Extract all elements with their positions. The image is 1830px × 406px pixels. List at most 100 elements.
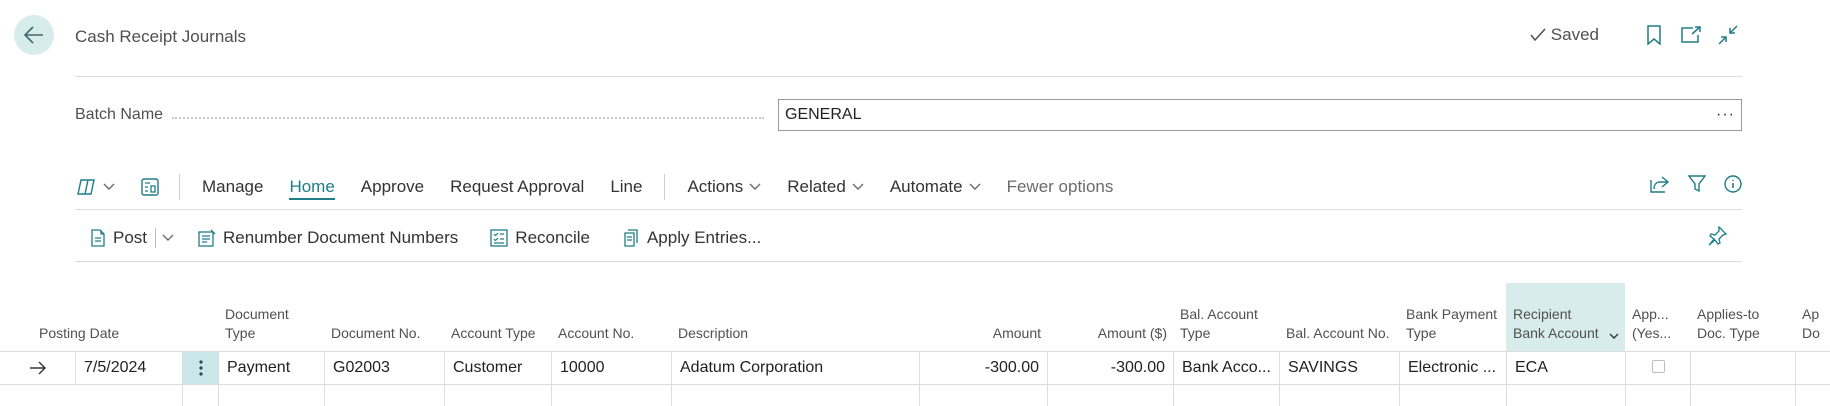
tab-request-approval[interactable]: Request Approval — [450, 177, 584, 197]
collapse-button[interactable] — [1716, 23, 1740, 47]
cell-posting-date[interactable]: 7/5/2024 — [75, 352, 182, 384]
action-bar-separator — [664, 174, 666, 200]
tab-home[interactable]: Home — [289, 177, 335, 200]
copilot-menu[interactable] — [75, 178, 115, 196]
empty-cell — [671, 385, 919, 406]
cell-bal-account-no[interactable]: SAVINGS — [1279, 352, 1399, 384]
chevron-down-icon[interactable] — [1609, 333, 1619, 340]
chevron-down-icon — [749, 183, 761, 190]
header-document-type[interactable]: Document Type — [218, 283, 324, 351]
header-applies-yes[interactable]: App... (Yes... — [1625, 283, 1690, 351]
renumber-document-numbers-button[interactable]: Renumber Document Numbers — [198, 228, 458, 248]
action-bar-right — [1650, 175, 1742, 193]
filter-icon[interactable] — [1688, 175, 1706, 193]
share-icon[interactable] — [1650, 175, 1670, 193]
toolbar-divider — [75, 261, 1742, 262]
reconcile-button[interactable]: Reconcile — [490, 228, 590, 248]
apply-entries-icon — [624, 229, 638, 247]
row-marker — [0, 352, 75, 384]
copilot-icon — [77, 179, 95, 195]
header-applies-to-doc-no[interactable]: Ap Do — [1795, 283, 1830, 351]
cell-applies-to-doc-type[interactable] — [1690, 352, 1795, 384]
post-button[interactable]: Post — [90, 228, 147, 248]
info-icon[interactable] — [1724, 175, 1742, 193]
reconcile-icon — [490, 229, 508, 247]
empty-cell — [1173, 385, 1279, 406]
cell-applies-to-doc-no[interactable] — [1795, 352, 1830, 384]
row-actions-button[interactable] — [182, 352, 218, 384]
actions-menu-label: Actions — [687, 177, 744, 196]
empty-cell — [1399, 385, 1506, 406]
header-divider — [75, 76, 1742, 77]
header-description[interactable]: Description — [671, 283, 919, 351]
saved-status: Saved — [1530, 25, 1599, 45]
cell-document-no[interactable]: G02003 — [324, 352, 444, 384]
chevron-down-icon — [103, 183, 115, 190]
header-document-no[interactable]: Document No. — [324, 283, 444, 351]
applies-checkbox[interactable] — [1651, 359, 1665, 373]
chevron-down-icon — [162, 234, 174, 241]
fewer-options-button[interactable]: Fewer options — [1007, 177, 1114, 197]
batch-name-field[interactable]: GENERAL ··· — [778, 99, 1742, 131]
header-applies-to-doc-type[interactable]: Applies-to Doc. Type — [1690, 283, 1795, 351]
batch-name-lookup-button[interactable]: ··· — [1716, 106, 1735, 124]
saved-label: Saved — [1550, 25, 1599, 44]
tab-line[interactable]: Line — [610, 177, 642, 197]
page-inspect-button[interactable] — [141, 178, 159, 196]
cell-description[interactable]: Adatum Corporation — [671, 352, 919, 384]
automate-menu[interactable]: Automate — [890, 177, 981, 197]
cell-amount[interactable]: -300.00 — [919, 352, 1047, 384]
cell-recipient-bank-account[interactable]: ECA — [1506, 352, 1625, 384]
actionbar-divider — [75, 209, 1742, 210]
pin-icon[interactable] — [1707, 226, 1727, 246]
cell-document-type[interactable]: Payment — [218, 352, 324, 384]
post-dropdown-button[interactable] — [162, 234, 174, 242]
header-account-no[interactable]: Account No. — [551, 283, 671, 351]
reconcile-label: Reconcile — [515, 228, 590, 247]
cell-applies-yes[interactable] — [1625, 352, 1690, 384]
header-bal-account-no[interactable]: Bal. Account No. — [1279, 283, 1399, 351]
cell-bank-payment-type[interactable]: Electronic ... — [1399, 352, 1506, 384]
check-icon — [1530, 28, 1546, 42]
header-account-type[interactable]: Account Type — [444, 283, 551, 351]
batch-name-value: GENERAL — [785, 106, 862, 123]
header-bal-account-type[interactable]: Bal. Account Type — [1173, 283, 1279, 351]
table-row-empty[interactable] — [0, 385, 1830, 406]
header-amount[interactable]: Amount — [919, 283, 1047, 351]
cell-bal-account-type[interactable]: Bank Acco... — [1173, 352, 1279, 384]
back-button[interactable] — [14, 15, 54, 55]
more-vertical-icon — [198, 360, 203, 376]
empty-cell — [919, 385, 1047, 406]
bookmark-button[interactable] — [1642, 23, 1666, 47]
chevron-down-icon — [969, 183, 981, 190]
header-recipient-bank-account[interactable]: Recipient Bank Account — [1506, 283, 1625, 351]
empty-cell — [551, 385, 671, 406]
cell-account-type[interactable]: Customer — [444, 352, 551, 384]
post-split-divider — [155, 228, 157, 248]
bookmark-icon — [1647, 25, 1661, 45]
header-recipient-bank-account-label: Recipient Bank Account — [1513, 306, 1599, 341]
open-new-window-button[interactable] — [1679, 23, 1703, 47]
apply-entries-button[interactable]: Apply Entries... — [622, 228, 761, 248]
apply-entries-label: Apply Entries... — [646, 228, 762, 247]
cell-amount-lcy[interactable]: -300.00 — [1047, 352, 1173, 384]
empty-cell — [1690, 385, 1795, 406]
grid-header: Posting Date Document Type Document No. … — [0, 283, 1830, 351]
table-row[interactable]: 7/5/2024 Payment G02003 Customer 10000 A… — [0, 351, 1830, 385]
related-menu[interactable]: Related — [787, 177, 864, 197]
journal-lines-grid: Posting Date Document Type Document No. … — [0, 283, 1830, 406]
cell-account-no[interactable]: 10000 — [551, 352, 671, 384]
home-toolbar: Post Renumber Document Numbers Reconcile… — [90, 224, 793, 252]
action-bar: Manage Home Approve Request Approval Lin… — [75, 172, 1742, 202]
header-marker — [0, 283, 32, 351]
actions-menu[interactable]: Actions — [687, 177, 761, 197]
empty-cell — [0, 385, 182, 406]
header-bank-payment-type[interactable]: Bank Payment Type — [1399, 283, 1506, 351]
tab-approve[interactable]: Approve — [361, 177, 424, 197]
header-posting-date[interactable]: Posting Date — [32, 283, 182, 351]
post-icon — [91, 229, 105, 247]
header-amount-lcy[interactable]: Amount ($) — [1047, 283, 1173, 351]
tab-manage[interactable]: Manage — [202, 177, 263, 197]
form-view-icon — [141, 178, 159, 196]
empty-cell — [1506, 385, 1625, 406]
